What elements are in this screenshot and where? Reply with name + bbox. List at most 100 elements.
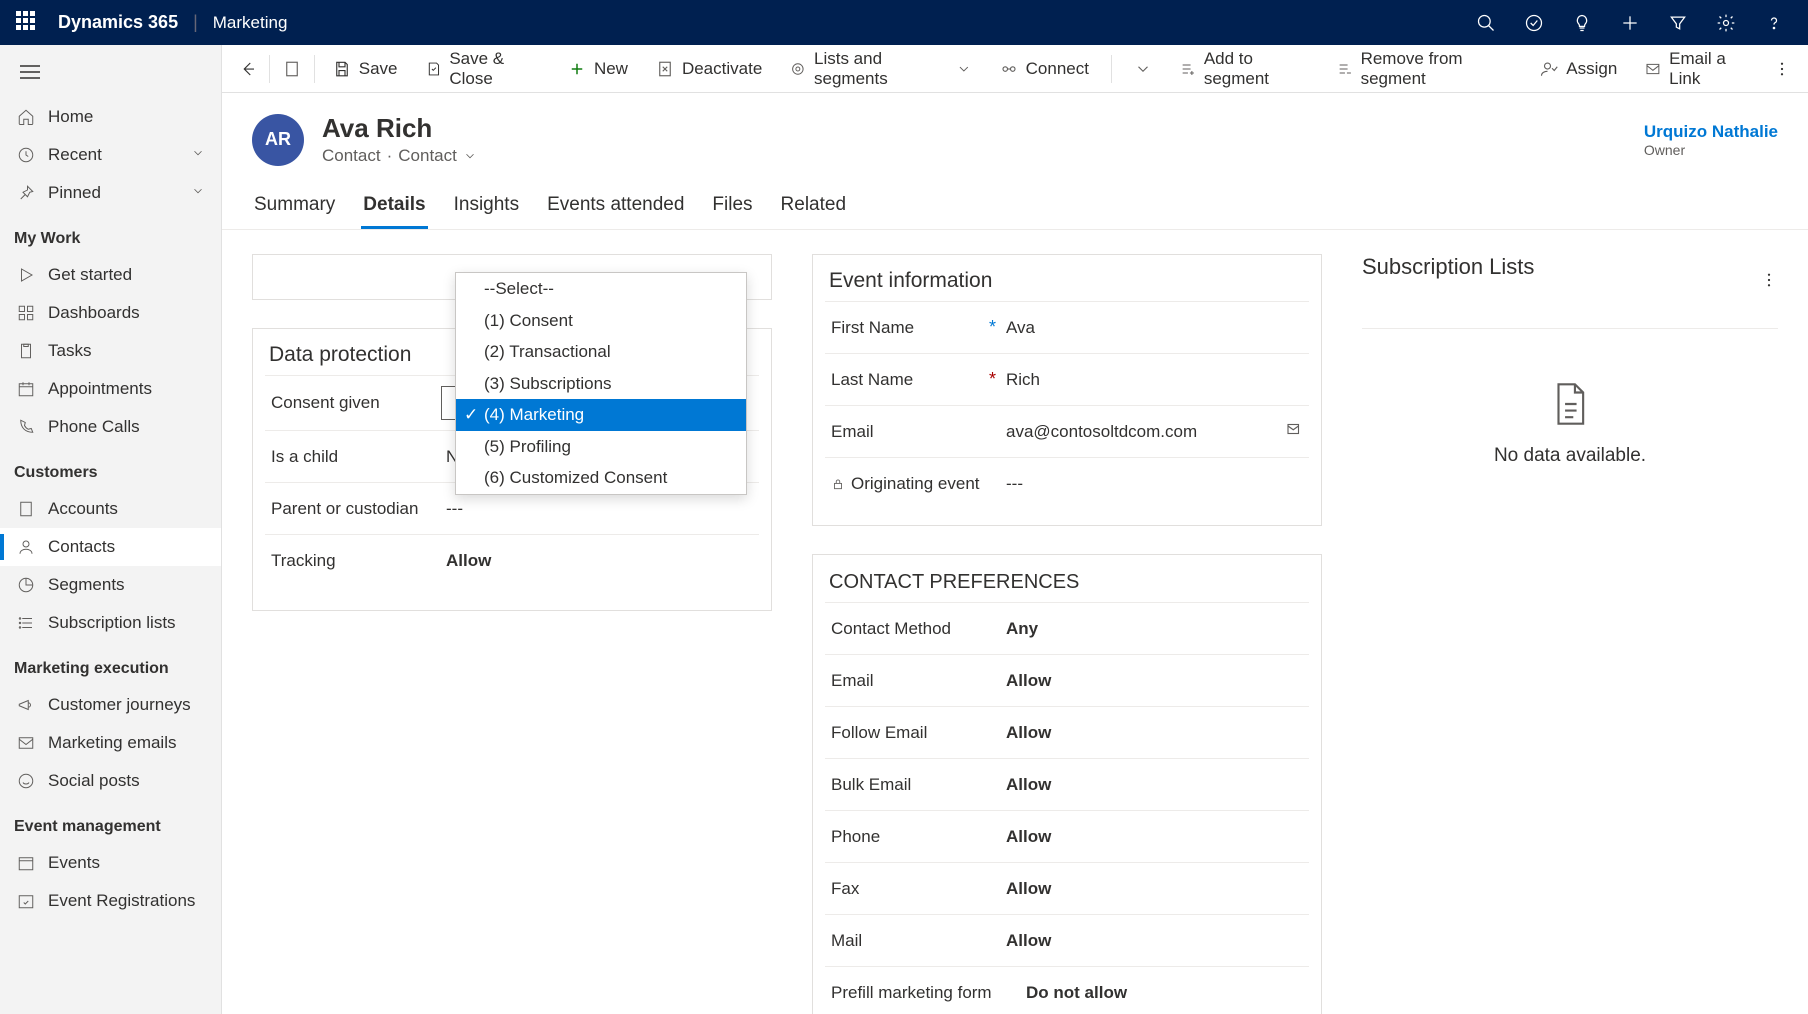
- field-prefill-form[interactable]: Prefill marketing formDo not allow: [825, 966, 1309, 1014]
- more-icon[interactable]: [1760, 271, 1778, 294]
- cmd-label: Email a Link: [1669, 49, 1750, 89]
- nav-contacts[interactable]: Contacts: [0, 528, 221, 566]
- new-button[interactable]: New: [554, 51, 642, 87]
- nav-recent[interactable]: Recent: [0, 136, 221, 174]
- lightbulb-icon[interactable]: [1558, 0, 1606, 45]
- filter-icon[interactable]: [1654, 0, 1702, 45]
- nav-subscription-lists[interactable]: Subscription lists: [0, 604, 221, 642]
- tab-events-attended[interactable]: Events attended: [545, 184, 686, 229]
- list-icon: [16, 613, 36, 633]
- toggle-panel-button[interactable]: [274, 49, 309, 89]
- app-launcher-icon[interactable]: [16, 11, 40, 35]
- person-icon: [16, 537, 36, 557]
- nav-label: Home: [48, 107, 93, 127]
- nav-get-started[interactable]: Get started: [0, 256, 221, 294]
- cmd-label: Connect: [1026, 59, 1089, 79]
- dropdown-option-5[interactable]: (5) Profiling: [456, 431, 746, 463]
- tab-list: Summary Details Insights Events attended…: [222, 176, 1808, 230]
- record-header: AR Ava Rich Contact · Contact Urquizo Na…: [222, 93, 1808, 176]
- separator: [269, 55, 270, 83]
- cmd-label: Remove from segment: [1361, 49, 1513, 89]
- cmd-label: New: [594, 59, 628, 79]
- email-link-button[interactable]: Email a Link: [1631, 45, 1764, 97]
- phone-icon: [16, 417, 36, 437]
- chevron-down-icon[interactable]: [463, 149, 477, 163]
- nav-label: Segments: [48, 575, 125, 595]
- nav-pinned[interactable]: Pinned: [0, 174, 221, 212]
- nav-event-registrations[interactable]: Event Registrations: [0, 882, 221, 920]
- nav-marketing-emails[interactable]: Marketing emails: [0, 724, 221, 762]
- field-pref-fax[interactable]: FaxAllow: [825, 862, 1309, 914]
- add-icon[interactable]: [1606, 0, 1654, 45]
- dropdown-option-3[interactable]: (3) Subscriptions: [456, 368, 746, 400]
- cmd-label: Save: [359, 59, 398, 79]
- tab-details[interactable]: Details: [361, 184, 427, 229]
- edit-icon[interactable]: [1285, 420, 1303, 443]
- lists-segments-button[interactable]: Lists and segments: [776, 45, 985, 97]
- more-commands-button[interactable]: [1765, 60, 1800, 78]
- add-to-segment-button[interactable]: Add to segment: [1166, 45, 1323, 97]
- dropdown-option-placeholder[interactable]: --Select--: [456, 273, 746, 305]
- field-email[interactable]: Email ava@contosoltdcom.com: [825, 405, 1309, 457]
- nav-label: Pinned: [48, 183, 101, 203]
- nav-group-mywork: My Work: [0, 212, 221, 256]
- field-pref-phone[interactable]: PhoneAllow: [825, 810, 1309, 862]
- search-icon[interactable]: [1462, 0, 1510, 45]
- field-pref-follow-email[interactable]: Follow EmailAllow: [825, 706, 1309, 758]
- nav-group-marketing: Marketing execution: [0, 642, 221, 686]
- field-pref-email[interactable]: EmailAllow: [825, 654, 1309, 706]
- dropdown-option-6[interactable]: (6) Customized Consent: [456, 462, 746, 494]
- nav-dashboards[interactable]: Dashboards: [0, 294, 221, 332]
- help-icon[interactable]: [1750, 0, 1798, 45]
- settings-icon[interactable]: [1702, 0, 1750, 45]
- nav-label: Customer journeys: [48, 695, 191, 715]
- tab-insights[interactable]: Insights: [452, 184, 521, 229]
- owner-label: Owner: [1644, 142, 1778, 158]
- remove-from-segment-button[interactable]: Remove from segment: [1323, 45, 1527, 97]
- dropdown-option-2[interactable]: (2) Transactional: [456, 336, 746, 368]
- assign-button[interactable]: Assign: [1526, 51, 1631, 87]
- connect-button[interactable]: Connect: [986, 47, 1166, 91]
- owner-block[interactable]: Urquizo Nathalie Owner: [1644, 122, 1778, 158]
- nav-label: Social posts: [48, 771, 140, 791]
- nav-customer-journeys[interactable]: Customer journeys: [0, 686, 221, 724]
- nav-segments[interactable]: Segments: [0, 566, 221, 604]
- consent-dropdown[interactable]: --Select-- (1) Consent (2) Transactional…: [455, 272, 747, 495]
- save-button[interactable]: Save: [319, 51, 412, 87]
- nav-tasks[interactable]: Tasks: [0, 332, 221, 370]
- clock-icon: [16, 145, 36, 165]
- dropdown-option-1[interactable]: (1) Consent: [456, 305, 746, 337]
- task-icon[interactable]: [1510, 0, 1558, 45]
- field-contact-method[interactable]: Contact MethodAny: [825, 602, 1309, 654]
- deactivate-button[interactable]: Deactivate: [642, 51, 776, 87]
- field-first-name[interactable]: First Name* Ava: [825, 301, 1309, 353]
- nav-label: Appointments: [48, 379, 152, 399]
- home-icon: [16, 107, 36, 127]
- nav-appointments[interactable]: Appointments: [0, 370, 221, 408]
- event-information-section: Event information First Name* Ava Last N…: [812, 254, 1322, 526]
- separator: [314, 55, 315, 83]
- sidebar-toggle[interactable]: [0, 51, 221, 98]
- field-last-name[interactable]: Last Name* Rich: [825, 353, 1309, 405]
- tab-files[interactable]: Files: [710, 184, 754, 229]
- nav-label: Dashboards: [48, 303, 140, 323]
- dropdown-option-4[interactable]: (4) Marketing: [456, 399, 746, 431]
- tab-summary[interactable]: Summary: [252, 184, 337, 229]
- nav-group-customers: Customers: [0, 446, 221, 490]
- nav-phone-calls[interactable]: Phone Calls: [0, 408, 221, 446]
- field-originating-event[interactable]: Originating event ---: [825, 457, 1309, 509]
- form-selector[interactable]: Contact: [398, 146, 457, 166]
- field-tracking[interactable]: Tracking Allow: [265, 534, 759, 586]
- nav-home[interactable]: Home: [0, 98, 221, 136]
- nav-events[interactable]: Events: [0, 844, 221, 882]
- nav-accounts[interactable]: Accounts: [0, 490, 221, 528]
- sidebar: Home Recent Pinned My Work Get started D…: [0, 45, 222, 1014]
- save-close-button[interactable]: Save & Close: [412, 45, 554, 97]
- tab-related[interactable]: Related: [779, 184, 849, 229]
- field-pref-mail[interactable]: MailAllow: [825, 914, 1309, 966]
- back-button[interactable]: [230, 49, 265, 89]
- contact-preferences-section: CONTACT PREFERENCES Contact MethodAny Em…: [812, 554, 1322, 1014]
- calendar-icon: [16, 379, 36, 399]
- nav-social-posts[interactable]: Social posts: [0, 762, 221, 800]
- field-pref-bulk-email[interactable]: Bulk EmailAllow: [825, 758, 1309, 810]
